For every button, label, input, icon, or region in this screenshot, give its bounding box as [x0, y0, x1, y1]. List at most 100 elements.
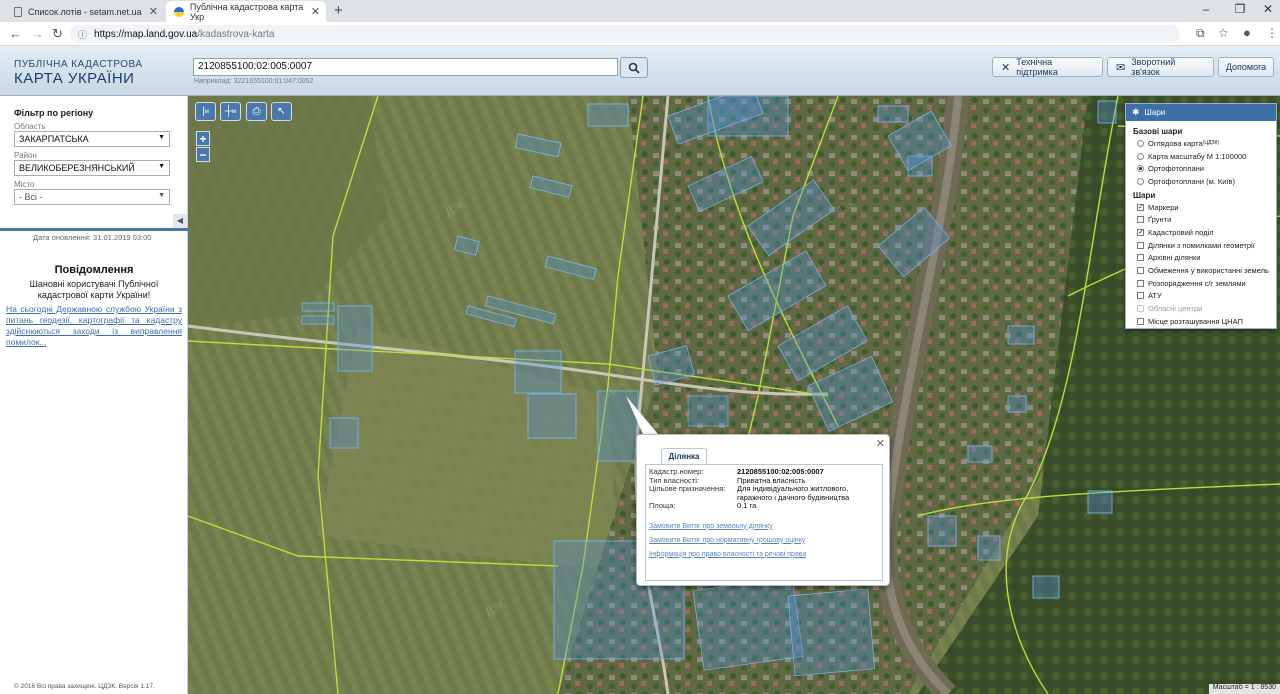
info-icon[interactable]: ⓘ — [78, 28, 87, 41]
layer-soils[interactable]: Ґрунти — [1126, 213, 1276, 226]
layers-panel: ✱ Шари Базові шари Оглядова карта (ЦДЗК) … — [1125, 103, 1277, 329]
measure-area-tool[interactable]: ┼ м — [220, 102, 241, 121]
base-layer-overview[interactable]: Оглядова карта (ЦДЗК) — [1126, 137, 1276, 150]
tab-kadastr[interactable]: Публічна кадастрова карта Укр ✕ — [166, 1, 326, 22]
divider — [0, 228, 188, 231]
feedback-button[interactable]: ✉ Зворотний зв'язок — [1107, 57, 1214, 77]
tab-parcel[interactable]: Ділянка — [661, 448, 707, 464]
mail-icon: ✉ — [1116, 61, 1126, 74]
orthophoto-map[interactable]: ДЗК ДЗК ДЗК ДЗК — [188, 96, 1280, 694]
sidebar: Фільтр по регіону Область ЗАКАРПАТСЬКА ▼ … — [0, 96, 188, 694]
layer-agri-disposal[interactable]: Розпорядження с/г землями — [1126, 277, 1276, 290]
layer-geometry-errors[interactable]: Ділянки з помилками геометрії — [1126, 239, 1276, 252]
account-icon[interactable]: ● — [1243, 25, 1251, 40]
ownership-info-link[interactable]: Інформація про право власності та речові… — [649, 551, 879, 558]
star-icon[interactable]: ☆ — [1218, 26, 1229, 40]
close-icon[interactable]: ✕ — [876, 437, 885, 450]
base-layer-orthophoto[interactable]: Ортофотоплани — [1126, 162, 1276, 175]
measure-length-tool[interactable]: | м — [195, 102, 216, 121]
layers-header[interactable]: ✱ Шари — [1126, 104, 1276, 121]
layer-markers[interactable]: ✓ Маркери — [1126, 201, 1276, 214]
layer-label: Кадастровий поділ — [1148, 227, 1214, 237]
tab-setam[interactable]: Список лотів - setam.net.ua ✕ — [6, 1, 164, 22]
menu-dots-icon[interactable]: ⋮ — [1266, 26, 1278, 40]
city-select[interactable]: - Всі - ▼ — [14, 189, 170, 205]
back-icon[interactable]: ← — [9, 26, 22, 41]
checkbox-checked[interactable]: ✓ — [1137, 203, 1144, 211]
support-button[interactable]: ✕ Технічна підтримка — [992, 57, 1103, 77]
translate-icon[interactable]: ⧉ — [1196, 26, 1205, 41]
print-icon[interactable]: ⎙ — [246, 102, 267, 121]
copyright: © 2016 Всі права захищені. ЦДЗК. Версія … — [14, 683, 155, 690]
close-tab-icon[interactable]: ✕ — [311, 5, 320, 18]
layer-label: Місце розташування ЦНАП — [1148, 316, 1243, 326]
zoom-out-button[interactable]: − — [196, 147, 210, 162]
help-label: Допомога — [1225, 62, 1267, 72]
parcel-popup: ✕ Ділянка Кадастр.номер: 2120855100:02:00… — [636, 434, 890, 586]
layer-label: Обласні центри — [1148, 304, 1203, 314]
map-area[interactable]: ДЗК ДЗК ДЗК ДЗК | м ┼ м ⎙ ↖ + − ✱ Шари Баз… — [188, 96, 1280, 694]
cadastral-search-input[interactable]: 2120855100:02:005:0007 — [193, 58, 618, 76]
checkbox[interactable] — [1137, 254, 1144, 262]
order-extract-link[interactable]: Замовити Витяг про земельну ділянку — [649, 523, 879, 530]
page-icon — [14, 6, 22, 17]
radio[interactable] — [1137, 177, 1144, 185]
layer-cnap[interactable]: Місце розташування ЦНАП — [1126, 315, 1276, 328]
collapse-sidebar-button[interactable]: ◀ — [173, 214, 187, 228]
identify-pointer-icon[interactable]: ↖ — [271, 102, 292, 121]
district-select[interactable]: ВЕЛИКОБЕРЕЗНЯНСЬКИЙ ▼ — [14, 160, 170, 176]
address-bar: ← → ↻ ⓘ https://map.land.gov.ua/kadastro… — [0, 22, 1280, 46]
chevron-down-icon: ▼ — [158, 163, 165, 170]
url-field[interactable]: ⓘ https://map.land.gov.ua/kadastrova-kar… — [70, 25, 1180, 43]
layer-restrictions[interactable]: Обмеження у використанні земель — [1126, 264, 1276, 277]
tab-title: Публічна кадастрова карта Укр — [189, 1, 304, 22]
base-layer-orthophoto-kyiv[interactable]: Ортофотоплани (м. Київ) — [1126, 175, 1276, 188]
layer-sup: (ЦДЗК) — [1202, 140, 1220, 147]
help-button[interactable]: Допомога — [1218, 57, 1274, 77]
checkbox[interactable] — [1137, 216, 1144, 224]
info-key: Площа: — [649, 501, 676, 510]
checkbox[interactable] — [1137, 241, 1144, 249]
close-tab-icon[interactable]: ✕ — [149, 5, 158, 18]
maximize-icon[interactable]: ❐ — [1230, 2, 1250, 16]
layer-label: Розпорядження с/г землями — [1148, 278, 1246, 288]
layer-label: Ділянки з помилками геометрії — [1148, 240, 1255, 250]
radio-selected[interactable] — [1137, 165, 1144, 173]
notice-link[interactable]: На сьогодні Державною службою України з … — [6, 304, 182, 348]
layer-label: Карта масштабу М 1:100000 — [1148, 151, 1247, 161]
layer-cadastral[interactable]: ✓ Кадастровий поділ — [1126, 226, 1276, 239]
order-valuation-link[interactable]: Замовити Витяг про нормативну грошову оц… — [649, 537, 879, 544]
city-value: - Всі - — [19, 192, 43, 202]
region-select[interactable]: ЗАКАРПАТСЬКА ▼ — [14, 131, 170, 147]
checkbox-disabled — [1137, 305, 1144, 313]
logo-line1: ПУБЛІЧНА КАДАСТРОВА — [14, 59, 143, 70]
layer-regional-centers: Обласні центри — [1126, 302, 1276, 315]
radio[interactable] — [1137, 139, 1144, 147]
checkbox[interactable] — [1137, 267, 1144, 275]
logo-line2: КАРТА УКРАЇНИ — [14, 70, 135, 87]
forward-icon[interactable]: → — [31, 26, 44, 41]
layer-label: Ортофотоплани — [1148, 164, 1205, 174]
checkbox-checked[interactable]: ✓ — [1137, 228, 1144, 236]
new-tab-button[interactable]: + — [334, 2, 343, 19]
parcel-info: Кадастр.номер: 2120855100:02:005:0007 Тип… — [645, 464, 883, 581]
tab-title: Список лотів - setam.net.ua — [28, 6, 142, 17]
search-button[interactable] — [620, 57, 648, 78]
reload-icon[interactable]: ↻ — [52, 26, 63, 42]
layer-label: Обмеження у використанні земель — [1148, 266, 1269, 276]
district-label: Район — [14, 151, 37, 160]
base-layer-scale-map[interactable]: Карта масштабу М 1:100000 — [1126, 150, 1276, 163]
layer-label: Ґрунти — [1148, 215, 1172, 225]
checkbox[interactable] — [1137, 317, 1144, 325]
layer-label: АТУ — [1148, 291, 1162, 301]
feedback-label: Зворотний зв'язок — [1131, 57, 1176, 77]
checkbox[interactable] — [1137, 279, 1144, 287]
layer-atu[interactable]: АТУ — [1126, 290, 1276, 303]
minimize-icon[interactable]: – — [1196, 2, 1216, 16]
radio[interactable] — [1137, 152, 1144, 160]
zoom-in-button[interactable]: + — [196, 131, 210, 146]
checkbox[interactable] — [1137, 292, 1144, 300]
layer-archive[interactable]: Архівні ділянки — [1126, 252, 1276, 265]
close-window-icon[interactable]: ✕ — [1258, 2, 1278, 16]
layer-label: Маркери — [1148, 202, 1179, 212]
